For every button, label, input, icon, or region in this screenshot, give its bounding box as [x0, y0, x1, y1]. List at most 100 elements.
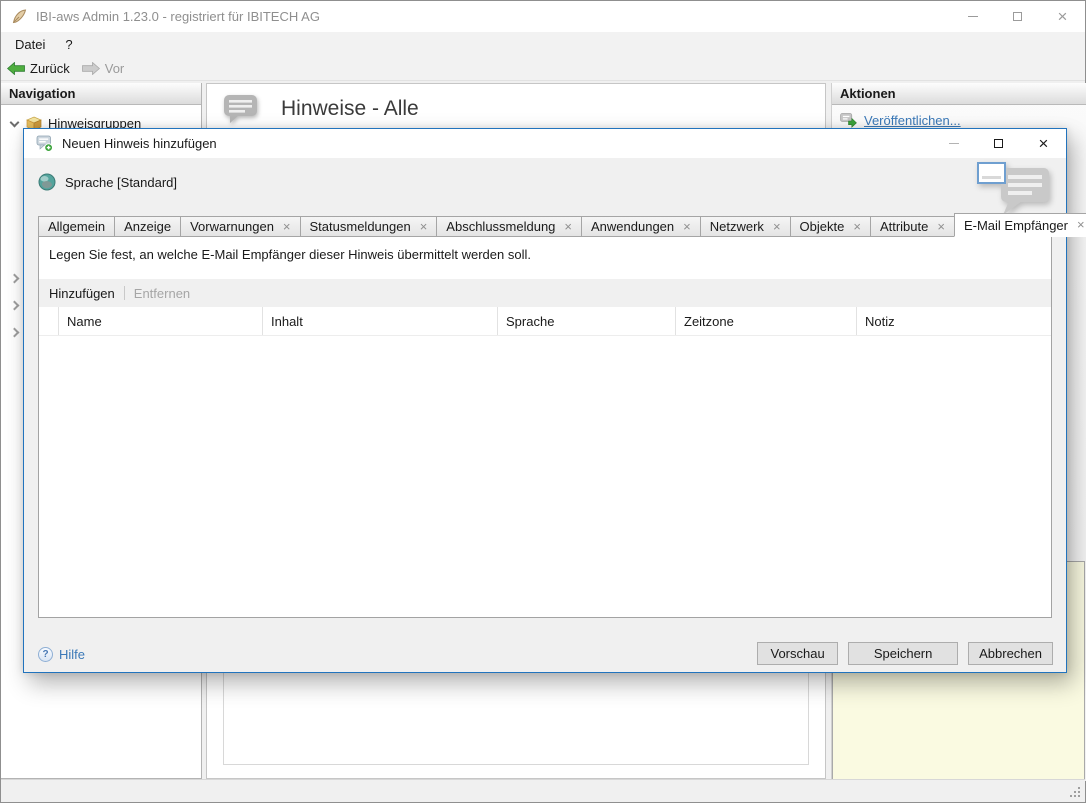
close-tab-icon[interactable]: × [564, 220, 572, 233]
tab-netzwerk[interactable]: Netzwerk × [699, 216, 791, 237]
publish-action[interactable]: Veröffentlichen... [832, 105, 1086, 128]
chevron-down-icon[interactable] [9, 117, 20, 127]
chevron-right-icon[interactable] [9, 327, 20, 338]
save-button[interactable]: Speichern [848, 642, 959, 665]
column-header-inhalt[interactable]: Inhalt [263, 307, 498, 335]
back-label: Zurück [30, 60, 70, 76]
help-icon: ? [38, 647, 53, 662]
tab-label: Netzwerk [709, 219, 764, 234]
close-icon: × [1057, 7, 1068, 26]
tab-label: Statusmeldungen [309, 219, 411, 234]
tab-label: Allgemein [48, 219, 106, 234]
recipient-toolbar: Hinzufügen Entfernen [39, 279, 1051, 307]
forward-label: Vor [104, 60, 125, 76]
app-window: IBI-aws Admin 1.23.0 - registriert für I… [0, 0, 1086, 803]
grid-header: Name Inhalt Sprache Zeitzone Notiz [39, 307, 1051, 336]
tab-label: E-Mail Empfänger [963, 217, 1068, 233]
language-selector[interactable]: Sprache [Standard] [38, 173, 177, 191]
maximize-icon [994, 139, 1003, 148]
collapsed-tree-items [1, 265, 20, 346]
close-icon: × [1038, 134, 1049, 153]
back-button[interactable]: Zurück [1, 56, 76, 80]
back-arrow-icon [7, 61, 25, 75]
tree-item-collapsed[interactable] [1, 292, 20, 319]
column-header-zeitzone[interactable]: Zeitzone [676, 307, 857, 335]
tab-objekte[interactable]: Objekte × [789, 216, 871, 237]
maximize-button[interactable] [995, 1, 1040, 32]
column-header-sprache[interactable]: Sprache [498, 307, 676, 335]
tab-label: Vorwarnungen [190, 219, 274, 234]
tab-label: Anwendungen [591, 219, 675, 234]
app-icon [12, 9, 27, 24]
dialog-titlebar: Neuen Hinweis hinzufügen × [24, 129, 1066, 158]
column-header-selector [39, 307, 59, 335]
tab-anwendungen[interactable]: Anwendungen × [581, 216, 701, 237]
column-header-notiz[interactable]: Notiz [857, 307, 1051, 335]
close-tab-icon[interactable]: × [420, 220, 428, 233]
forward-arrow-icon [81, 61, 100, 75]
tree-item-collapsed[interactable] [1, 265, 20, 292]
column-header-name[interactable]: Name [59, 307, 263, 335]
notice-watermark-icon [977, 162, 1049, 215]
tab-statusmeldungen[interactable]: Statusmeldungen × [299, 216, 438, 237]
publish-link[interactable]: Veröffentlichen... [864, 113, 961, 128]
tab-label: Attribute [879, 219, 929, 234]
add-recipient-button[interactable]: Hinzufügen [49, 286, 115, 301]
tab-label: Anzeige [124, 219, 172, 234]
dialog-tabs: Allgemein Anzeige Vorwarnungen × Statusmeldu… [38, 213, 1086, 237]
toolbar-separator [123, 286, 125, 300]
tab-label: Objekte [799, 219, 845, 234]
menu-file[interactable]: Datei [1, 32, 55, 56]
publish-icon [840, 113, 857, 128]
language-label: Sprache [Standard] [65, 174, 178, 190]
window-titlebar: IBI-aws Admin 1.23.0 - registriert für I… [1, 1, 1085, 32]
status-bar [1, 779, 1085, 802]
preview-button[interactable]: Vorschau [757, 642, 839, 665]
tab-content-panel: Legen Sie fest, an welche E-Mail Empfäng… [38, 236, 1052, 618]
add-notice-dialog: Neuen Hinweis hinzufügen × Sprache [Stan… [23, 128, 1086, 673]
chevron-right-icon[interactable] [9, 273, 20, 284]
tab-allgemein[interactable]: Allgemein [38, 216, 116, 237]
menubar: Datei ? [1, 32, 1085, 56]
close-button[interactable]: × [1040, 1, 1085, 32]
notice-bubble-icon [224, 95, 257, 123]
tab-description: Legen Sie fest, an welche E-Mail Empfäng… [49, 247, 531, 262]
tab-anzeige[interactable]: Anzeige [114, 216, 182, 237]
navigation-header: Navigation [1, 83, 201, 105]
help-link[interactable]: ? Hilfe [38, 647, 85, 662]
close-tab-icon[interactable]: × [283, 220, 291, 233]
globe-icon [38, 173, 56, 191]
dialog-maximize-button[interactable] [976, 129, 1021, 158]
menu-help[interactable]: ? [55, 32, 82, 56]
minimize-button[interactable] [950, 1, 995, 32]
tab-attribute[interactable]: Attribute × [869, 216, 955, 237]
page-title: Hinweise - Alle [281, 97, 419, 120]
dialog-minimize-button [931, 129, 976, 158]
dialog-title: Neuen Hinweis hinzufügen [62, 136, 217, 151]
window-title: IBI-aws Admin 1.23.0 - registriert für I… [36, 9, 320, 24]
help-label: Hilfe [59, 647, 86, 662]
actions-header: Aktionen [832, 83, 1086, 105]
close-tab-icon[interactable]: × [937, 220, 945, 233]
close-tab-icon[interactable]: × [773, 220, 781, 233]
tab-email-empfaenger[interactable]: E-Mail Empfänger × [953, 213, 1086, 237]
minimize-icon [967, 16, 978, 17]
close-tab-icon[interactable]: × [1077, 218, 1085, 231]
tree-item-collapsed[interactable] [1, 319, 20, 346]
dialog-close-button[interactable]: × [1021, 129, 1066, 158]
nav-toolbar: Zurück Vor [1, 56, 1085, 81]
minimize-icon [948, 143, 959, 144]
close-tab-icon[interactable]: × [683, 220, 691, 233]
dialog-footer: ? Hilfe Vorschau Speichern Abbrechen [24, 632, 1066, 672]
tab-abschlussmeldung[interactable]: Abschlussmeldung × [436, 216, 583, 237]
close-tab-icon[interactable]: × [853, 220, 861, 233]
chevron-right-icon[interactable] [9, 300, 20, 311]
tab-vorwarnungen[interactable]: Vorwarnungen × [180, 216, 301, 237]
remove-recipient-button[interactable]: Entfernen [134, 286, 190, 301]
tab-label: Abschlussmeldung [446, 219, 556, 234]
cancel-button[interactable]: Abbrechen [968, 642, 1053, 665]
forward-button[interactable]: Vor [76, 56, 131, 80]
maximize-icon [1013, 12, 1022, 21]
resize-grip-icon[interactable] [1078, 795, 1080, 797]
add-notice-icon [36, 135, 53, 152]
